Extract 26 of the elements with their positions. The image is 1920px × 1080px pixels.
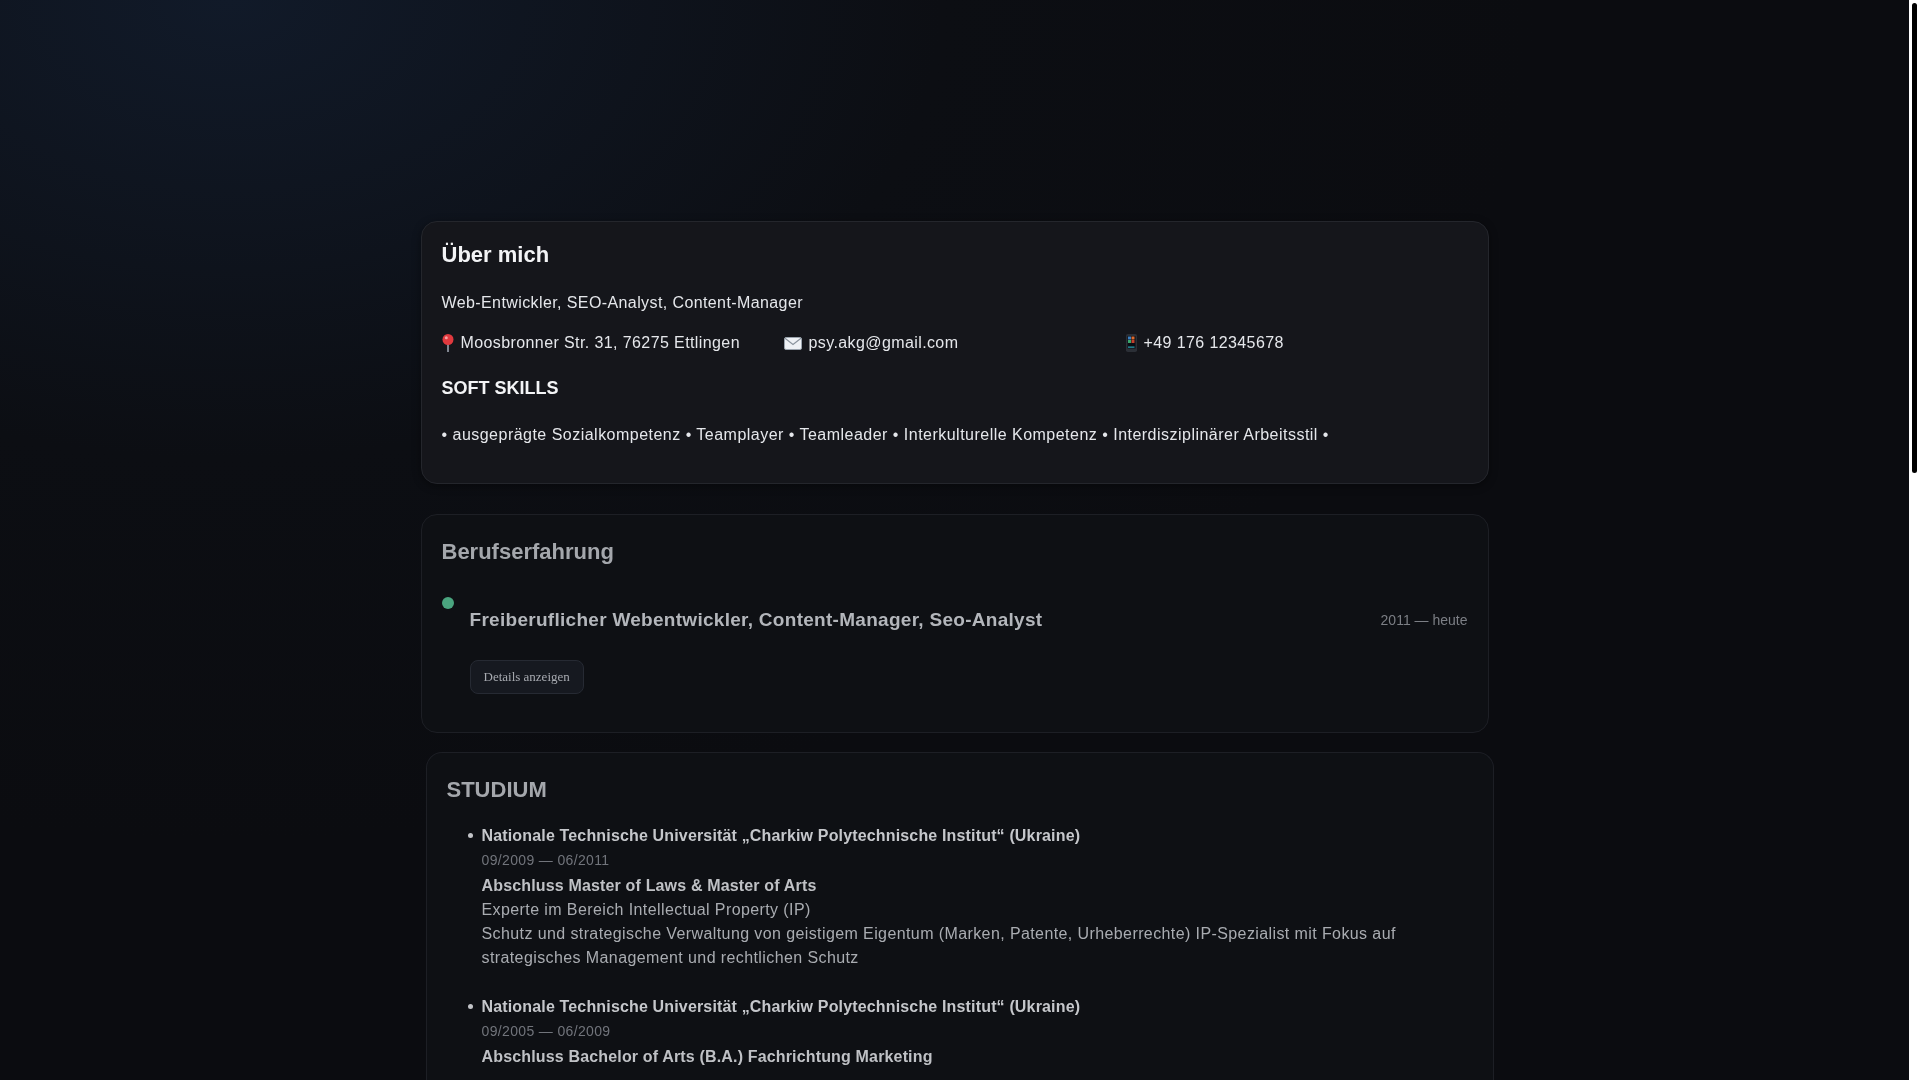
- scrollbar-thumb[interactable]: [1912, 3, 1917, 473]
- study-period: 09/2005 — 06/2009: [481, 1022, 612, 1041]
- section-heading: Berufserfahrung: [441, 538, 615, 566]
- contact-text: psy.akg@gmail.com: [808, 333, 959, 353]
- study-period: 09/2009 — 06/2011: [481, 851, 611, 870]
- mobile-phone-icon: [1125, 334, 1137, 352]
- degree-title: Abschluss Master of Laws & Master of Arts: [481, 876, 818, 896]
- bullet-icon: [467, 1004, 473, 1009]
- soft-skills-heading: SOFT SKILLS: [441, 377, 560, 400]
- contact-text: +49 176 12345678: [1143, 333, 1284, 353]
- map-pin-icon: [441, 334, 454, 352]
- degree-title: Abschluss Bachelor of Arts (B.A.) Fachrichtung Marketing: [481, 1047, 934, 1067]
- school-name: Nationale Technische Universität „Charkiw Polytechnische Institut“ (Ukraine): [481, 826, 1082, 846]
- bullet-icon: [467, 833, 473, 838]
- study-description: Experte im Bereich Intellectual Property (IP): [481, 900, 812, 920]
- soft-skills-text: • ausgeprägte Sozialkompetenz • Teamplayer • Teamleader • Interkulturelle Kompetenz • Interdisziplinärer Arbeitsstil •: [441, 425, 1330, 445]
- section-heading: STUDIUM: [446, 776, 548, 804]
- contact-text: Moosbronner Str. 31, 76275 Ettlingen: [460, 333, 740, 353]
- section-heading: Über mich: [441, 241, 551, 269]
- school-name: Nationale Technische Universität „Charkiw Polytechnische Institut“ (Ukraine): [481, 997, 1081, 1017]
- envelope-icon: [783, 336, 802, 350]
- job-title: Freiberuflicher Webentwickler, Content-Manager, Seo-Analyst: [469, 608, 1043, 632]
- job-period: 2011 — heute: [1380, 611, 1468, 630]
- details-button[interactable]: Details anzeigen: [469, 660, 584, 694]
- study-description: Schutz und strategische Verwaltung von geistigem Eigentum (Marken, Patente, Urheberrechte) IP-Spezialist mit Fokus auf strategisches Management und rechtlichen Schutz: [481, 924, 1397, 968]
- job-subtitle: Web-Entwickler, SEO-Analyst, Content-Manager: [441, 293, 804, 313]
